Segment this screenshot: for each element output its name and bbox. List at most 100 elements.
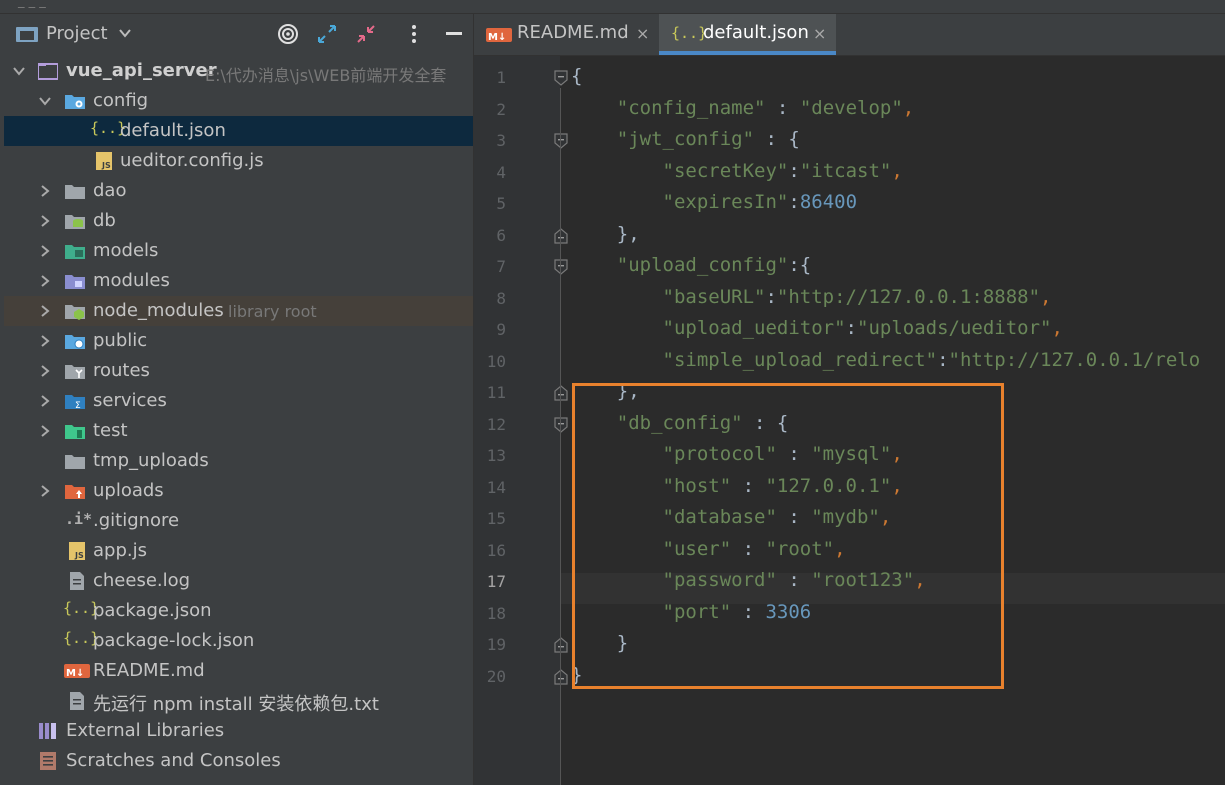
- tree-item-default-json[interactable]: {..} default.json: [4, 116, 473, 146]
- close-icon[interactable]: ×: [636, 24, 649, 43]
- minimize-icon[interactable]: [443, 23, 465, 45]
- line-number: 13: [486, 446, 506, 465]
- editor-tabs: M↓ README.md × {..} default.json ×: [474, 14, 1225, 56]
- tree-item-package-lock-json[interactable]: {..} package-lock.json: [4, 626, 473, 656]
- tree-item-dao[interactable]: dao: [4, 176, 473, 206]
- tree-item-modules[interactable]: modules: [4, 266, 473, 296]
- chevron-right-icon[interactable]: [38, 304, 52, 318]
- line-number: 1: [496, 68, 506, 87]
- tree-item-routes[interactable]: routes: [4, 356, 473, 386]
- markdown-icon: M↓: [486, 28, 512, 43]
- tree-item-services[interactable]: Σ services: [4, 386, 473, 416]
- code-token: "upload_config": [616, 254, 789, 276]
- modules-folder-icon: [65, 275, 85, 289]
- chevron-right-icon[interactable]: [38, 184, 52, 198]
- svg-text:M↓: M↓: [488, 32, 506, 43]
- tree-item-test[interactable]: test: [4, 416, 473, 446]
- js-icon: JS: [69, 542, 85, 560]
- tab-label: default.json: [703, 22, 809, 43]
- code-token: },: [571, 222, 640, 245]
- expand-icon[interactable]: [316, 23, 338, 45]
- code-token: "http://127.0.0.1/relo: [948, 348, 1201, 371]
- code-token: "itcast": [799, 159, 892, 182]
- code-token: "uploads/ueditor": [857, 317, 1052, 339]
- tree-item-uploads[interactable]: uploads: [4, 476, 473, 506]
- code-token: : {: [754, 128, 800, 150]
- services-folder-icon: Σ: [65, 395, 85, 410]
- tree-item-label: test: [93, 420, 128, 441]
- config-folder-icon: [65, 95, 85, 109]
- line-number: 7: [496, 257, 506, 276]
- code-line: },: [571, 223, 640, 245]
- code-token: :: [765, 285, 777, 308]
- node-folder-icon: [65, 305, 85, 320]
- code-line: "expiresIn":86400: [571, 191, 858, 213]
- code-token: ,: [902, 96, 915, 119]
- tree-item-label: cheese.log: [93, 570, 191, 591]
- tab-readme-md[interactable]: M↓ README.md ×: [474, 14, 658, 55]
- tree-item-vue-api-server[interactable]: vue_api_server E:\代办消息\js\WEB前端开发全套: [4, 56, 473, 86]
- text-file-icon: [70, 572, 84, 590]
- tree-item-db[interactable]: db: [4, 206, 473, 236]
- code-token: "secretKey": [662, 159, 789, 182]
- code-line: {: [571, 65, 582, 87]
- tree-item-models[interactable]: models: [4, 236, 473, 266]
- json-icon: {..}: [63, 629, 100, 647]
- tree-item-path: E:\代办消息\js\WEB前端开发全套: [205, 66, 447, 85]
- chevron-right-icon[interactable]: [38, 364, 52, 378]
- project-panel-title[interactable]: Project: [46, 23, 108, 44]
- tree-item-node-modules[interactable]: node_modules library root: [4, 296, 473, 326]
- chevron-right-icon[interactable]: [38, 214, 52, 228]
- tree-item-package-json[interactable]: {..} package.json: [4, 596, 473, 626]
- line-number: 20: [486, 666, 506, 686]
- tree-item-readme-md[interactable]: M↓ README.md: [4, 656, 473, 686]
- chevron-right-icon[interactable]: [38, 484, 52, 498]
- tree-item-public[interactable]: public: [4, 326, 473, 356]
- text-file-icon: [70, 692, 84, 710]
- code-line: "config_name" : "develop",: [571, 97, 914, 119]
- project-folder-icon: [38, 63, 58, 80]
- tree-item-external-libraries[interactable]: External Libraries: [4, 716, 473, 746]
- code-token: {: [571, 65, 583, 87]
- tree-item-ueditor-config-js[interactable]: JS ueditor.config.js: [4, 146, 473, 176]
- code-token: "expiresIn": [662, 191, 789, 213]
- chevron-down-icon[interactable]: [118, 26, 132, 40]
- tree-item-install-txt[interactable]: 先运行 npm install 安装依赖包.txt: [4, 686, 473, 716]
- tree-item-scratches-and-consoles[interactable]: Scratches and Consoles: [4, 746, 473, 776]
- uploads-folder-icon: [65, 485, 85, 499]
- tree-item-label: models: [93, 240, 159, 261]
- tree-item-gitignore[interactable]: .i* .gitignore: [4, 506, 473, 536]
- json-icon: {..}: [90, 119, 127, 137]
- line-number: 4: [496, 162, 506, 182]
- tree-item-label: 先运行 npm install 安装依赖包.txt: [93, 694, 379, 715]
- chevron-down-icon[interactable]: [38, 94, 52, 108]
- project-panel-header: Project: [0, 14, 473, 54]
- line-number: 12: [486, 414, 506, 434]
- chevron-right-icon[interactable]: [38, 394, 52, 408]
- collapse-icon[interactable]: [355, 23, 377, 45]
- target-icon[interactable]: [277, 23, 299, 45]
- chevron-right-icon[interactable]: [38, 424, 52, 438]
- tree-item-tmp-uploads[interactable]: tmp_uploads: [4, 446, 473, 476]
- tree-item-label: Scratches and Consoles: [66, 750, 281, 771]
- more-vertical-icon[interactable]: [403, 23, 425, 45]
- chevron-right-icon[interactable]: [38, 244, 52, 258]
- chevron-right-icon[interactable]: [38, 334, 52, 348]
- tree-item-config[interactable]: config: [4, 86, 473, 116]
- tab-default-json[interactable]: {..} default.json ×: [659, 14, 836, 55]
- close-icon[interactable]: ×: [813, 24, 826, 43]
- code-token: :: [788, 159, 800, 182]
- tree-item-label: routes: [93, 360, 150, 381]
- code-line: "baseURL":"http://127.0.0.1:8888",: [571, 285, 1052, 308]
- code-token: "jwt_config": [616, 128, 755, 150]
- chevron-down-icon[interactable]: [12, 64, 26, 78]
- tree-item-app-js[interactable]: JS app.js: [4, 536, 473, 566]
- tree-item-cheese-log[interactable]: cheese.log: [4, 566, 473, 596]
- line-number: 3: [496, 131, 506, 150]
- chevron-right-icon[interactable]: [38, 274, 52, 288]
